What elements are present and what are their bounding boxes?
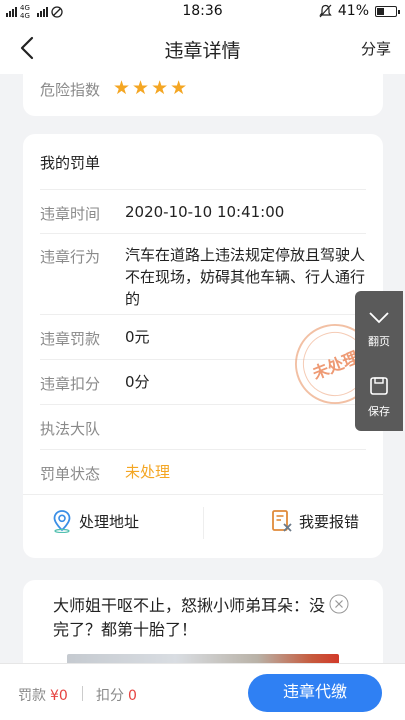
row-enforcement-unit: 执法大队 <box>40 404 366 449</box>
star-icon: ★ <box>170 77 188 99</box>
ad-text: 大师姐干呕不止，怒揪小师弟耳朵：没完了？都第十胎了！ <box>53 596 326 639</box>
save-icon <box>370 377 388 395</box>
chevron-down-icon <box>369 312 389 324</box>
star-icon: ★ <box>151 77 169 99</box>
battery-fill <box>377 7 384 15</box>
row-label: 执法大队 <box>40 420 101 438</box>
star-icon: ★ <box>132 77 150 99</box>
points-summary: 扣分 0 <box>96 685 137 705</box>
battery-percent: 41% <box>337 3 369 19</box>
risk-label: 危险指数 <box>40 81 101 99</box>
page-turn-label: 翻页 <box>368 335 390 348</box>
ticket-title: 我的罚单 <box>40 154 101 172</box>
fine-value: ¥0 <box>50 688 68 704</box>
row-value: 汽车在道路上违法规定停放且驾驶人不在现场，妨碍其他车辆、行人通行的 <box>125 246 366 308</box>
report-error-button[interactable]: 我要报错 <box>271 509 359 533</box>
save-label: 保存 <box>368 405 390 418</box>
status-bar: 4G 4G 18:36 41% <box>0 0 405 22</box>
row-label: 罚单状态 <box>40 465 101 483</box>
status-value: 未处理 <box>125 463 171 481</box>
fine-label: 罚款 <box>18 688 46 704</box>
ticket-card: 我的罚单 违章时间 2020-10-10 10:41:00 违章行为 汽车在道路… <box>23 134 388 558</box>
close-icon[interactable] <box>329 594 349 614</box>
risk-stars: ★ ★ ★ ★ <box>113 76 187 100</box>
points-label: 扣分 <box>96 688 124 704</box>
fine-summary: 罚款 ¥0 <box>18 685 68 705</box>
row-label: 违章时间 <box>40 205 101 223</box>
risk-card: 危险指数 ★ ★ ★ ★ <box>23 66 383 116</box>
address-button[interactable]: 处理地址 <box>51 509 139 533</box>
page-title: 违章详情 <box>164 40 241 62</box>
row-label: 违章行为 <box>40 248 101 266</box>
pay-button[interactable]: 违章代缴 <box>248 674 382 712</box>
row-ticket-status: 罚单状态 未处理 <box>40 449 366 494</box>
row-label: 违章罚款 <box>40 330 101 348</box>
report-label: 我要报错 <box>299 512 360 531</box>
status-right: 41% <box>319 3 400 19</box>
bottom-divider <box>82 686 83 701</box>
row-label: 违章扣分 <box>40 375 101 393</box>
share-button[interactable]: 分享 <box>361 38 391 59</box>
row-violation-time: 违章时间 2020-10-10 10:41:00 <box>40 189 366 233</box>
action-divider <box>203 507 204 539</box>
page-turn-button[interactable]: 翻页 <box>355 291 403 361</box>
address-label: 处理地址 <box>79 512 140 531</box>
save-button[interactable]: 保存 <box>355 361 403 431</box>
silent-icon <box>319 4 332 18</box>
points-value: 0 <box>128 688 137 704</box>
row-violation-behavior: 违章行为 汽车在道路上违法规定停放且驾驶人不在现场，妨碍其他车辆、行人通行的 <box>40 233 366 314</box>
row-value: 2020-10-10 10:41:00 <box>125 203 285 221</box>
floating-tools: 翻页 保存 <box>355 291 403 431</box>
battery-icon <box>375 5 400 17</box>
report-icon <box>272 510 292 532</box>
star-icon: ★ <box>113 77 131 99</box>
location-pin-icon <box>53 510 71 533</box>
bottom-bar: 罚款 ¥0 扣分 0 违章代缴 <box>0 663 405 720</box>
ticket-actions: 处理地址 我要报错 <box>23 494 383 550</box>
